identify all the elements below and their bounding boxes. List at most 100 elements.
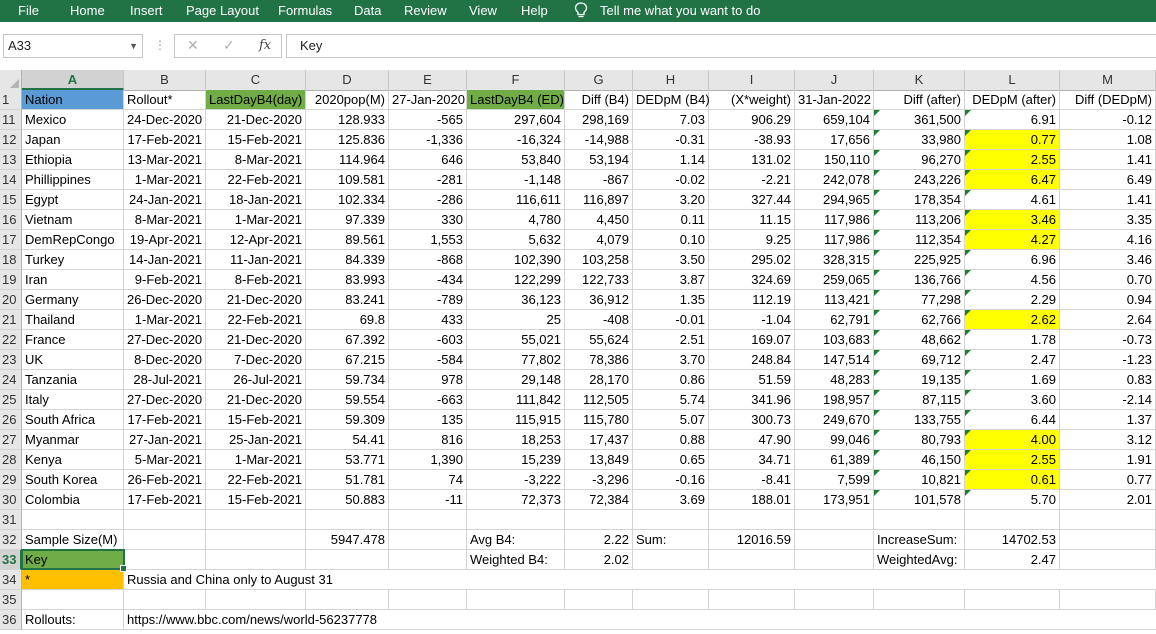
cell-j16[interactable]: 117,986: [795, 210, 874, 230]
cell-d22[interactable]: 67.392: [306, 330, 389, 350]
cell-g15[interactable]: 116,897: [565, 190, 633, 210]
cell-f18[interactable]: 102,390: [467, 250, 565, 270]
cell-k30[interactable]: 101,578: [874, 490, 965, 510]
cell-d16[interactable]: 97.339: [306, 210, 389, 230]
header-cell-i[interactable]: (X*weight): [709, 90, 795, 110]
cell-i31[interactable]: [709, 510, 795, 530]
cell-b25[interactable]: 27-Dec-2020: [124, 390, 206, 410]
cell-k29[interactable]: 10,821: [874, 470, 965, 490]
row-header-13[interactable]: 13: [0, 150, 22, 170]
cell-b34[interactable]: Russia and China only to August 31: [124, 570, 1156, 590]
cell-m21[interactable]: 2.64: [1060, 310, 1156, 330]
cell-c30[interactable]: 15-Feb-2021: [206, 490, 306, 510]
cell-f26[interactable]: 115,915: [467, 410, 565, 430]
header-cell-m[interactable]: Diff (DEDpM): [1060, 90, 1156, 110]
cell-m11[interactable]: -0.12: [1060, 110, 1156, 130]
cell-c15[interactable]: 18-Jan-2021: [206, 190, 306, 210]
cell-a35[interactable]: [22, 590, 124, 610]
cell-h15[interactable]: 3.20: [633, 190, 709, 210]
cell-j30[interactable]: 173,951: [795, 490, 874, 510]
cell-a13[interactable]: Ethiopia: [22, 150, 124, 170]
header-cell-j[interactable]: 31-Jan-2022: [795, 90, 874, 110]
cell-f35[interactable]: [467, 590, 565, 610]
header-cell-a[interactable]: Nation: [22, 90, 124, 110]
cell-h24[interactable]: 0.86: [633, 370, 709, 390]
cell-d28[interactable]: 53.771: [306, 450, 389, 470]
cell-c33[interactable]: [206, 550, 306, 570]
cell-j32[interactable]: [795, 530, 874, 550]
cell-e18[interactable]: -868: [389, 250, 467, 270]
cell-i24[interactable]: 51.59: [709, 370, 795, 390]
cell-e22[interactable]: -603: [389, 330, 467, 350]
row-header-11[interactable]: 11: [0, 110, 22, 130]
cell-d26[interactable]: 59.309: [306, 410, 389, 430]
cell-d32[interactable]: 5947.478: [306, 530, 389, 550]
cell-h19[interactable]: 3.87: [633, 270, 709, 290]
cell-l14[interactable]: 6.47: [965, 170, 1060, 190]
row-header-32[interactable]: 32: [0, 530, 22, 550]
cell-h35[interactable]: [633, 590, 709, 610]
header-cell-g[interactable]: Diff (B4): [565, 90, 633, 110]
cell-i33[interactable]: [709, 550, 795, 570]
cell-i29[interactable]: -8.41: [709, 470, 795, 490]
name-box[interactable]: A33 ▼: [3, 34, 143, 58]
cell-g20[interactable]: 36,912: [565, 290, 633, 310]
cell-k27[interactable]: 80,793: [874, 430, 965, 450]
cell-l27[interactable]: 4.00: [965, 430, 1060, 450]
cell-h14[interactable]: -0.02: [633, 170, 709, 190]
cell-f29[interactable]: -3,222: [467, 470, 565, 490]
cell-i28[interactable]: 34.71: [709, 450, 795, 470]
cell-l24[interactable]: 1.69: [965, 370, 1060, 390]
cell-l25[interactable]: 3.60: [965, 390, 1060, 410]
cell-f17[interactable]: 5,632: [467, 230, 565, 250]
menu-insert[interactable]: Insert: [130, 3, 163, 18]
cell-l32[interactable]: 14702.53: [965, 530, 1060, 550]
cell-j13[interactable]: 150,110: [795, 150, 874, 170]
cell-j22[interactable]: 103,683: [795, 330, 874, 350]
cell-k32[interactable]: IncreaseSum:: [874, 530, 965, 550]
cell-h23[interactable]: 3.70: [633, 350, 709, 370]
cell-j33[interactable]: [795, 550, 874, 570]
cell-m24[interactable]: 0.83: [1060, 370, 1156, 390]
cell-c13[interactable]: 8-Mar-2021: [206, 150, 306, 170]
cell-e32[interactable]: [389, 530, 467, 550]
cell-f19[interactable]: 122,299: [467, 270, 565, 290]
cell-g12[interactable]: -14,988: [565, 130, 633, 150]
cell-i27[interactable]: 47.90: [709, 430, 795, 450]
cell-k24[interactable]: 19,135: [874, 370, 965, 390]
cell-m16[interactable]: 3.35: [1060, 210, 1156, 230]
cell-e16[interactable]: 330: [389, 210, 467, 230]
cell-d21[interactable]: 69.8: [306, 310, 389, 330]
enter-check-icon[interactable]: ✓: [223, 37, 235, 54]
header-cell-d[interactable]: 2020pop(M): [306, 90, 389, 110]
cell-d17[interactable]: 89.561: [306, 230, 389, 250]
cell-e29[interactable]: 74: [389, 470, 467, 490]
cell-c26[interactable]: 15-Feb-2021: [206, 410, 306, 430]
cell-a12[interactable]: Japan: [22, 130, 124, 150]
menu-file[interactable]: File: [18, 3, 39, 18]
row-header-14[interactable]: 14: [0, 170, 22, 190]
cell-g24[interactable]: 28,170: [565, 370, 633, 390]
menu-review[interactable]: Review: [404, 3, 447, 18]
row-header-20[interactable]: 20: [0, 290, 22, 310]
cell-h16[interactable]: 0.11: [633, 210, 709, 230]
cell-i16[interactable]: 11.15: [709, 210, 795, 230]
cell-l23[interactable]: 2.47: [965, 350, 1060, 370]
cell-h22[interactable]: 2.51: [633, 330, 709, 350]
cell-e25[interactable]: -663: [389, 390, 467, 410]
menu-page-layout[interactable]: Page Layout: [186, 3, 259, 18]
cell-a30[interactable]: Colombia: [22, 490, 124, 510]
cell-i35[interactable]: [709, 590, 795, 610]
cell-b36[interactable]: https://www.bbc.com/news/world-56237778: [124, 610, 1156, 630]
cell-d25[interactable]: 59.554: [306, 390, 389, 410]
row-header-16[interactable]: 16: [0, 210, 22, 230]
cell-m35[interactable]: [1060, 590, 1156, 610]
cell-c29[interactable]: 22-Feb-2021: [206, 470, 306, 490]
header-cell-k[interactable]: Diff (after): [874, 90, 965, 110]
column-header-i[interactable]: I: [709, 70, 795, 90]
cell-d19[interactable]: 83.993: [306, 270, 389, 290]
cell-e28[interactable]: 1,390: [389, 450, 467, 470]
cell-d35[interactable]: [306, 590, 389, 610]
cell-f24[interactable]: 29,148: [467, 370, 565, 390]
cell-g26[interactable]: 115,780: [565, 410, 633, 430]
